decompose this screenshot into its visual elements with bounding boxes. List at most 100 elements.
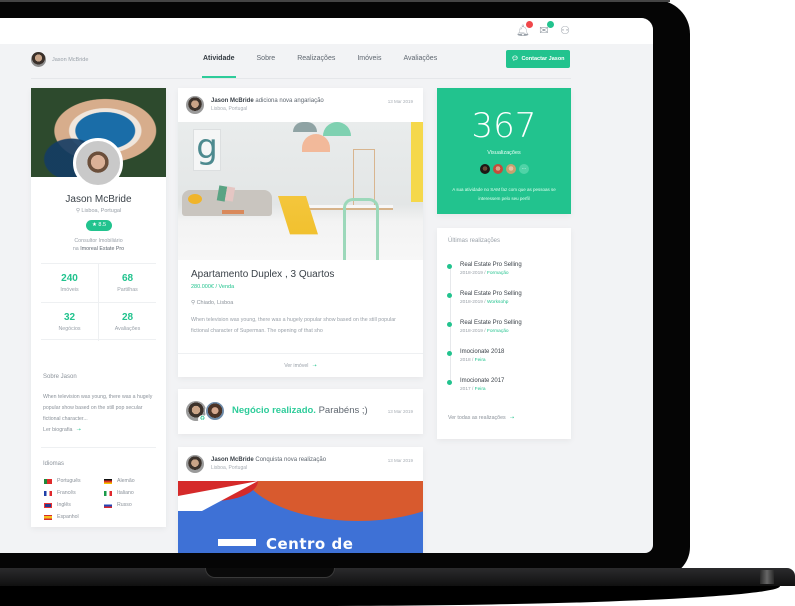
listing-description: When television was young, there was a h… <box>191 317 396 334</box>
tab-imoveis[interactable]: Imóveis <box>346 44 392 78</box>
profile-photo <box>73 138 123 188</box>
stat-partilhas[interactable]: 68 Partilhas <box>99 264 156 302</box>
stat-value: 240 <box>61 273 78 284</box>
achievement-tag: Feira <box>474 358 486 363</box>
achievement-year: 2018-2019 <box>460 329 483 334</box>
achievement-year: 2017 <box>460 387 471 392</box>
bell-icon[interactable]: 🔔︎ <box>516 21 533 38</box>
language-item: Francês <box>44 490 76 496</box>
achievement-name: Real Estate Pro Selling <box>460 291 522 297</box>
arrow-right-icon: ➝ <box>76 427 81 433</box>
mail-icon[interactable]: ✉ <box>537 21 554 38</box>
messages-badge <box>547 21 554 28</box>
timeline-dot <box>447 351 452 356</box>
achievement-name: Imocionate 2017 <box>460 378 505 384</box>
chat-icon: 💬︎ <box>511 56 519 62</box>
timeline-dot <box>447 380 452 385</box>
handshake-icon: ♻ <box>198 415 207 424</box>
deal-message: Negócio realizado. Parabéns ;) <box>232 405 368 416</box>
stat-label: Imóveis <box>60 287 79 293</box>
post-author[interactable]: Jason McBride <box>211 98 254 104</box>
language-item: Alemão <box>104 478 135 484</box>
avatar[interactable] <box>186 455 204 473</box>
flag-it-icon <box>104 490 112 496</box>
view-listing-link[interactable]: Ver imóvel ➝ <box>178 353 423 377</box>
language-name: Russo <box>117 502 132 508</box>
tab-avaliacoes[interactable]: Avaliações <box>392 44 448 78</box>
achievement-tag: Formação <box>486 329 509 334</box>
profile-card: Jason McBride ⚲ Lisboa, Portugal ★ 8.5 C… <box>31 88 166 527</box>
contact-button-label: Contactar Jason <box>521 56 565 62</box>
achievement-meta: 2018-2019 / Worksohp <box>460 300 509 305</box>
view-listing-label: Ver imóvel <box>284 363 309 369</box>
star-icon: ★ <box>91 222 97 228</box>
contact-button[interactable]: 💬︎ Contactar Jason <box>506 50 570 68</box>
language-item: Inglês <box>44 502 71 508</box>
stat-label: Avaliações <box>114 326 141 332</box>
stat-label: Partilhas <box>117 287 138 293</box>
stat-value: 32 <box>63 312 76 323</box>
avatar[interactable] <box>505 163 517 175</box>
tab-atividade[interactable]: Atividade <box>192 44 246 78</box>
read-bio-link[interactable]: Ler biografia ➝ <box>43 427 81 433</box>
stat-negocios[interactable]: 32 Negócios <box>41 303 98 341</box>
tab-realizacoes[interactable]: Realizações <box>286 44 346 78</box>
tab-sobre[interactable]: Sobre <box>246 44 287 78</box>
read-bio-label: Ler biografia <box>43 427 73 433</box>
laptop-base-bottom <box>0 586 780 606</box>
user-icon[interactable]: ⚇ <box>558 24 572 38</box>
avatar[interactable] <box>186 96 204 114</box>
about-title: Sobre Jason <box>43 374 77 380</box>
top-bar: 🔔︎ ✉ ⚇ <box>0 18 653 44</box>
achievement-post: Jason McBride Conquista nova realização … <box>178 447 423 553</box>
flag-ru-icon <box>104 502 112 508</box>
listing-address: ⚲ Chiado, Lisboa <box>191 300 233 306</box>
deal-congrats: Parabéns ;) <box>318 405 368 416</box>
achievement-name: Real Estate Pro Selling <box>460 262 522 268</box>
see-all-achievements-link[interactable]: Ver todas as realizações ➝ <box>448 415 514 421</box>
avatar[interactable] <box>205 401 225 421</box>
avatar[interactable] <box>492 163 504 175</box>
post-author[interactable]: Jason McBride <box>211 457 254 463</box>
avatar[interactable] <box>479 163 491 175</box>
role-title: Consultor Imobiliário <box>74 238 123 244</box>
more-viewers-button[interactable]: ··· <box>518 163 530 175</box>
profile-nav: Jason McBride Atividade Sobre Realizaçõe… <box>0 44 653 78</box>
nav-user-name: Jason McBride <box>52 56 89 63</box>
languages-title: Idiomas <box>43 461 65 467</box>
language-item: Russo <box>104 502 132 508</box>
post-header: Jason McBride Conquista nova realização … <box>178 447 423 481</box>
event-image-text: Centro de <box>266 535 354 553</box>
achievement-meta: 2018-2019 / Formação <box>460 271 509 276</box>
location-pin-icon: ⚲ <box>75 208 80 214</box>
laptop-edge <box>0 0 670 2</box>
company-name: Imoreal Estate Pro <box>80 246 125 252</box>
achievement-name: Imocionate 2018 <box>460 349 505 355</box>
flag-fr-icon <box>44 490 52 496</box>
tabs: Atividade Sobre Realizações Imóveis Aval… <box>192 44 448 78</box>
post-action: adiciona nova angariação <box>255 98 324 104</box>
language-name: Alemão <box>117 478 135 484</box>
nav-user[interactable]: Jason McBride <box>31 52 88 67</box>
listing-image[interactable]: g <box>178 122 423 260</box>
listing-address-text: Chiado, Lisboa <box>196 300 234 306</box>
achievement-name: Real Estate Pro Selling <box>460 320 522 326</box>
language-name: Inglês <box>57 502 71 508</box>
timeline-dot <box>447 264 452 269</box>
stat-avaliacoes[interactable]: 28 Avaliações <box>99 303 156 341</box>
language-name: Português <box>57 478 81 484</box>
laptop-frame: 🔔︎ ✉ ⚇ Jason McBride Atividade Sobre Rea… <box>0 0 690 577</box>
stat-value: 28 <box>121 312 134 323</box>
laptop-notch <box>205 568 335 578</box>
event-image[interactable]: Centro de <box>178 481 423 553</box>
language-item: Italiano <box>104 490 134 496</box>
achievement-meta: 2018 / Feira <box>460 358 486 363</box>
post-title: Jason McBride adiciona nova angariação <box>211 98 324 104</box>
listing-title[interactable]: Apartamento Duplex , 3 Quartos <box>191 269 334 280</box>
achievement-tag: Worksohp <box>486 300 509 305</box>
flag-de-icon <box>104 478 112 484</box>
stat-imoveis[interactable]: 240 Imóveis <box>41 264 98 302</box>
achievements-title: Últimas realizações <box>448 238 501 244</box>
arrow-right-icon: ➝ <box>312 363 317 369</box>
laptop-base <box>0 568 795 586</box>
